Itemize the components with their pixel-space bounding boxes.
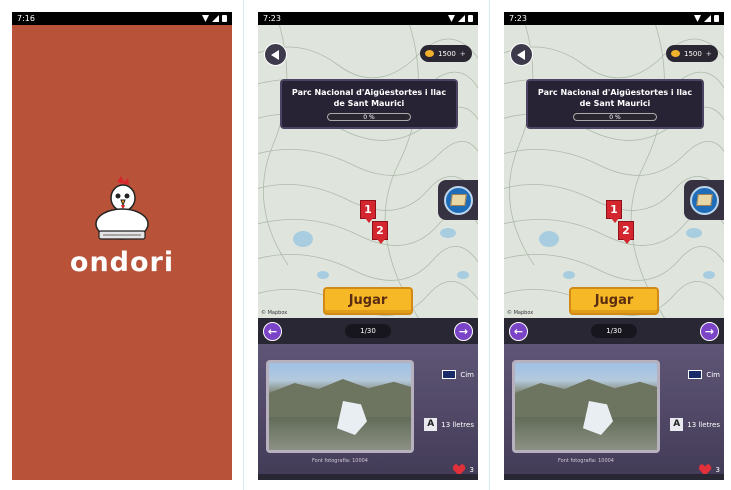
letter-icon: A <box>424 418 438 431</box>
add-coins-button[interactable]: + <box>460 50 466 58</box>
lives-count: 3 <box>715 466 720 474</box>
letter-count-label: 13 lletres <box>687 420 720 429</box>
game-screen: 7:23 1500 + Parc Nacional d'Aigüestortes… <box>258 12 478 480</box>
clue-type: Cim <box>688 370 720 379</box>
park-title-panel: Parc Nacional d'Aigüestortes i llac de S… <box>280 79 458 129</box>
progress-bar: 0 % <box>327 113 411 121</box>
clue-type-label: Cim <box>460 370 474 379</box>
play-button[interactable]: Jugar <box>323 287 413 315</box>
coin-amount: 1500 <box>684 49 702 58</box>
letter-icon: A <box>670 418 684 431</box>
coin-balance[interactable]: 1500 + <box>666 45 718 62</box>
next-button[interactable]: → <box>700 322 719 341</box>
signal-icon <box>704 15 711 22</box>
wifi-icon <box>202 15 209 22</box>
back-button[interactable] <box>510 43 533 66</box>
topographic-map[interactable]: 1500 + Parc Nacional d'Aigüestortes i ll… <box>258 25 478 318</box>
bottom-bar <box>504 474 724 480</box>
coin-icon <box>425 50 434 57</box>
status-bar: 7:16 <box>12 12 232 25</box>
signal-icon <box>212 15 219 22</box>
coin-amount: 1500 <box>438 49 456 58</box>
status-icons <box>448 12 473 25</box>
map-view-button[interactable] <box>684 180 724 220</box>
next-button[interactable]: → <box>454 322 473 341</box>
photo-credit: Font fotografia: 10004 <box>311 458 368 464</box>
question-counter: 1/30 <box>345 324 391 338</box>
coin-balance[interactable]: 1500 + <box>420 45 472 62</box>
previous-button[interactable]: ← <box>263 322 282 341</box>
status-bar: 7:23 <box>258 12 478 25</box>
status-time: 7:23 <box>509 14 527 23</box>
question-navigator: ← 1/30 → <box>504 318 724 344</box>
clue-card: Font fotografia: 10004 Cim A 13 lletres … <box>258 344 478 480</box>
wifi-icon <box>448 15 455 22</box>
back-icon <box>270 49 279 60</box>
park-title: Parc Nacional d'Aigüestortes i llac de S… <box>291 88 447 108</box>
add-coins-button[interactable]: + <box>706 50 712 58</box>
mapbox-credit: © Mapbox <box>507 310 534 316</box>
park-title-panel: Parc Nacional d'Aigüestortes i llac de S… <box>526 79 704 129</box>
clue-type-label: Cim <box>706 370 720 379</box>
wifi-icon <box>694 15 701 22</box>
play-button[interactable]: Jugar <box>569 287 659 315</box>
rooster-logo-icon <box>87 176 157 246</box>
status-icons <box>694 12 719 25</box>
flag-icon <box>688 370 703 379</box>
map-marker[interactable]: 2 <box>618 221 634 244</box>
battery-icon <box>468 15 473 22</box>
lives-count: 3 <box>469 466 474 474</box>
previous-button[interactable]: ← <box>509 322 528 341</box>
question-counter: 1/30 <box>591 324 637 338</box>
letter-count-label: 13 lletres <box>441 420 474 429</box>
battery-icon <box>222 15 227 22</box>
map-icon <box>689 185 719 215</box>
brand-name: ondori <box>69 247 175 278</box>
bottom-bar <box>258 474 478 480</box>
map-view-button[interactable] <box>438 180 478 220</box>
park-title: Parc Nacional d'Aigüestortes i llac de S… <box>537 88 693 108</box>
map-marker[interactable]: 1 <box>606 200 622 223</box>
photo-credit: Font fotografia: 10004 <box>557 458 614 464</box>
status-icons <box>202 12 227 25</box>
separator <box>489 0 490 490</box>
status-time: 7:23 <box>263 14 281 23</box>
game-screen: 7:23 1500 + Parc Nacional d'Aigüestortes… <box>504 12 724 480</box>
battery-icon <box>714 15 719 22</box>
clue-photo <box>266 360 414 453</box>
flag-icon <box>442 370 457 379</box>
map-marker[interactable]: 1 <box>360 200 376 223</box>
question-navigator: ← 1/30 → <box>258 318 478 344</box>
map-marker[interactable]: 2 <box>372 221 388 244</box>
topographic-map[interactable]: 1500 + Parc Nacional d'Aigüestortes i ll… <box>504 25 724 318</box>
clue-photo <box>512 360 660 453</box>
clue-type: Cim <box>442 370 474 379</box>
back-icon <box>516 49 525 60</box>
map-icon <box>443 185 473 215</box>
back-button[interactable] <box>264 43 287 66</box>
letter-count: A 13 lletres <box>424 418 474 431</box>
clue-card: Font fotografia: 10004 Cim A 13 lletres … <box>504 344 724 480</box>
status-bar: 7:23 <box>504 12 724 25</box>
mapbox-credit: © Mapbox <box>261 310 288 316</box>
separator <box>243 0 244 490</box>
coin-icon <box>671 50 680 57</box>
signal-icon <box>458 15 465 22</box>
letter-count: A 13 lletres <box>670 418 720 431</box>
progress-bar: 0 % <box>573 113 657 121</box>
status-time: 7:16 <box>17 14 35 23</box>
splash-screen: 7:16 ondori <box>12 12 232 480</box>
